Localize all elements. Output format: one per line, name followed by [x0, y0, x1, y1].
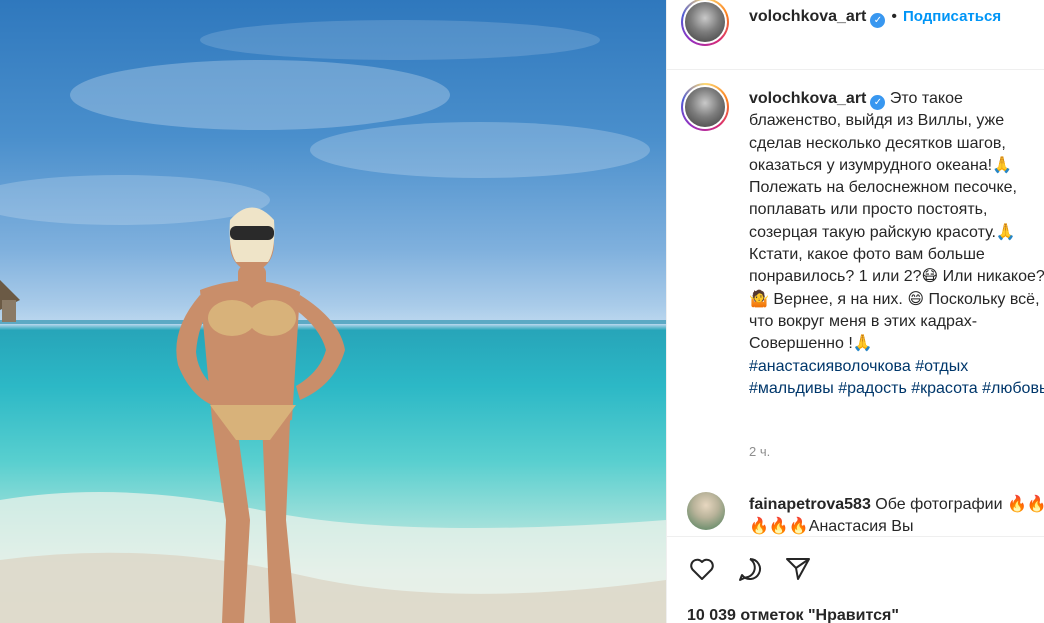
share-icon[interactable]: [783, 554, 813, 584]
post-side-panel: volochkova_art ✓ • Подписаться volochkova_a…: [667, 0, 1044, 623]
comment-text: fainapetrova583 Обе фотографии 🔥🔥🔥🔥🔥Анас…: [749, 494, 1044, 536]
post-header: volochkova_art ✓ • Подписаться: [667, 0, 1044, 70]
post-time[interactable]: 2 ч.: [749, 444, 770, 459]
verified-badge-icon: ✓: [870, 13, 886, 28]
post-photo[interactable]: [0, 0, 666, 623]
follow-button[interactable]: Подписаться: [903, 8, 1001, 25]
action-bar: 10 039 отметок "Нравится": [667, 536, 1044, 623]
caption-author-avatar[interactable]: [681, 83, 729, 131]
header-line: volochkova_art ✓ • Подписаться: [749, 8, 1001, 28]
commenter-avatar[interactable]: [687, 492, 725, 530]
author-username[interactable]: volochkova_art: [749, 8, 866, 25]
comment-item: fainapetrova583 Обе фотографии 🔥🔥🔥🔥🔥Анас…: [667, 486, 1044, 536]
photo-scene: [0, 20, 666, 623]
separator-dot: •: [891, 8, 897, 25]
verified-badge-icon: ✓: [870, 95, 886, 110]
author-avatar[interactable]: [681, 0, 729, 46]
caption-hashtags[interactable]: #анастасияволочкова #отдых #мальдивы #ра…: [749, 358, 1044, 397]
commenter-username[interactable]: fainapetrova583: [749, 496, 871, 513]
caption-username[interactable]: volochkova_art: [749, 90, 866, 107]
heart-icon[interactable]: [687, 554, 717, 584]
likes-count[interactable]: 10 039 отметок "Нравится": [687, 607, 899, 623]
comment-icon[interactable]: [735, 554, 765, 584]
caption-text: volochkova_art ✓ Это такое блаженство, вы…: [749, 88, 1044, 400]
caption-body: Это такое блаженство, выйдя из Виллы, уж…: [749, 90, 1044, 353]
